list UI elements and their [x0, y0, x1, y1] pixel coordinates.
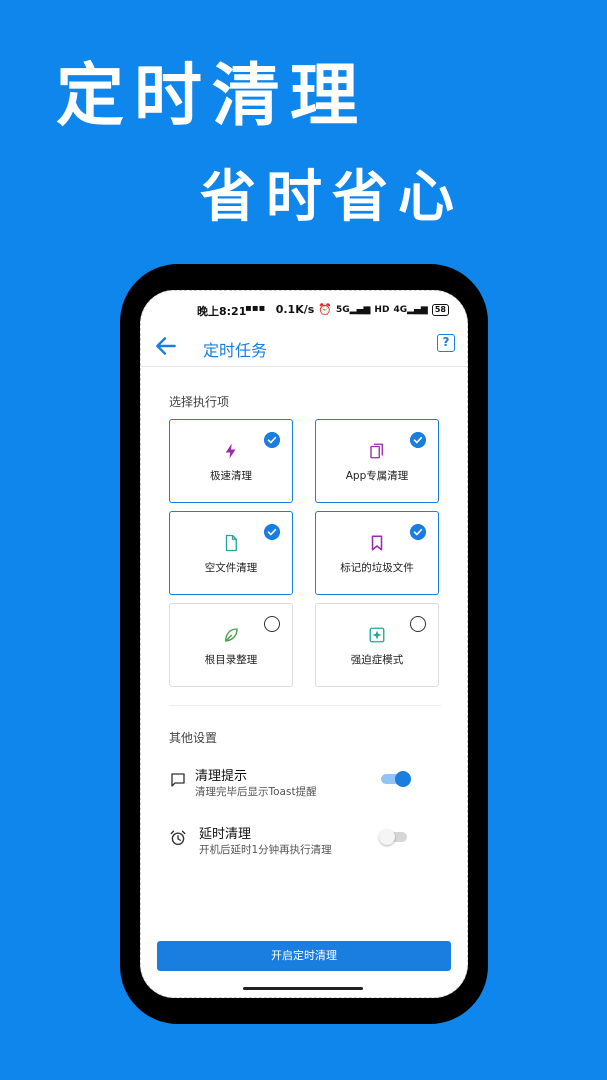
promo-headline: 定时清理 [56, 57, 369, 136]
status-time: 晚上8:21 [197, 305, 247, 318]
task-grid: 极速清理 App专属清理 空文件清理 标记的垃圾文件 根目录整理 强迫症模式 [169, 419, 441, 687]
task-label: 强迫症模式 [350, 654, 404, 666]
message-icon: ▪▪▪ [245, 303, 266, 314]
alarm-icon: ⏰ [318, 303, 332, 316]
setting-clean-toast[interactable]: 清理提示 清理完毕后显示Toast提醒 [169, 763, 441, 807]
task-label: 空文件清理 [204, 562, 258, 574]
toggle-switch-off[interactable] [379, 829, 409, 845]
section-divider [169, 705, 441, 706]
promo-subheadline: 省时省心 [200, 165, 464, 230]
toggle-switch-on[interactable] [381, 771, 411, 787]
help-icon[interactable]: ? [437, 334, 455, 352]
phone-screen: 晚上8:21 ▪▪▪ 0.1K/s ⏰ 5G▂▄▆ HD 4G▂▄▆ 58 定时… [140, 290, 468, 998]
section-title-other: 其他设置 [169, 731, 218, 745]
radio-unchecked-icon[interactable] [264, 616, 280, 632]
battery-icon: 58 [431, 303, 449, 316]
lightning-icon [225, 443, 236, 459]
alarm-clock-icon [170, 830, 186, 846]
radio-unchecked-icon[interactable] [410, 616, 426, 632]
hd-icon: HD [374, 304, 390, 315]
setting-subtitle: 开机后延时1分钟再执行清理 [199, 844, 332, 856]
task-card-marked-junk[interactable]: 标记的垃圾文件 [315, 511, 439, 595]
section-title-execute: 选择执行项 [169, 395, 230, 409]
app-bar: 定时任务 ? [141, 327, 467, 367]
copy-icon [370, 443, 383, 459]
page-title: 定时任务 [203, 341, 268, 360]
message-square-icon [171, 773, 185, 787]
setting-subtitle: 清理完毕后显示Toast提醒 [195, 786, 317, 798]
leaf-icon [225, 628, 238, 642]
start-schedule-button[interactable]: 开启定时清理 [157, 941, 451, 971]
setting-delay-clean[interactable]: 延时清理 开机后延时1分钟再执行清理 [169, 821, 441, 865]
sparkle-icon [369, 627, 385, 643]
signal-4g-icon: 4G▂▄▆ [393, 304, 428, 315]
file-icon [225, 534, 237, 552]
setting-title: 延时清理 [199, 827, 252, 842]
task-card-root-organize[interactable]: 根目录整理 [169, 603, 293, 687]
phone-frame: 晚上8:21 ▪▪▪ 0.1K/s ⏰ 5G▂▄▆ HD 4G▂▄▆ 58 定时… [120, 264, 488, 1024]
back-arrow-icon[interactable] [153, 333, 179, 359]
status-bar: 晚上8:21 ▪▪▪ 0.1K/s ⏰ 5G▂▄▆ HD 4G▂▄▆ 58 [141, 291, 467, 327]
bookmark-icon [371, 535, 383, 551]
task-card-empty-file-clean[interactable]: 空文件清理 [169, 511, 293, 595]
check-circle-icon[interactable] [410, 432, 426, 448]
check-circle-icon[interactable] [410, 524, 426, 540]
check-circle-icon[interactable] [264, 432, 280, 448]
home-indicator[interactable] [243, 987, 363, 990]
task-card-app-clean[interactable]: App专属清理 [315, 419, 439, 503]
task-label: 标记的垃圾文件 [340, 562, 414, 574]
task-label: App专属清理 [345, 470, 409, 482]
network-speed: 0.1K/s [275, 303, 315, 316]
status-right: 0.1K/s ⏰ 5G▂▄▆ HD 4G▂▄▆ 58 [276, 303, 449, 316]
setting-title: 清理提示 [195, 769, 248, 784]
check-circle-icon[interactable] [264, 524, 280, 540]
task-card-fast-clean[interactable]: 极速清理 [169, 419, 293, 503]
signal-5g-icon: 5G▂▄▆ [336, 304, 371, 315]
task-label: 根目录整理 [204, 654, 258, 666]
task-label: 极速清理 [210, 470, 252, 482]
task-card-ocd-mode[interactable]: 强迫症模式 [315, 603, 439, 687]
